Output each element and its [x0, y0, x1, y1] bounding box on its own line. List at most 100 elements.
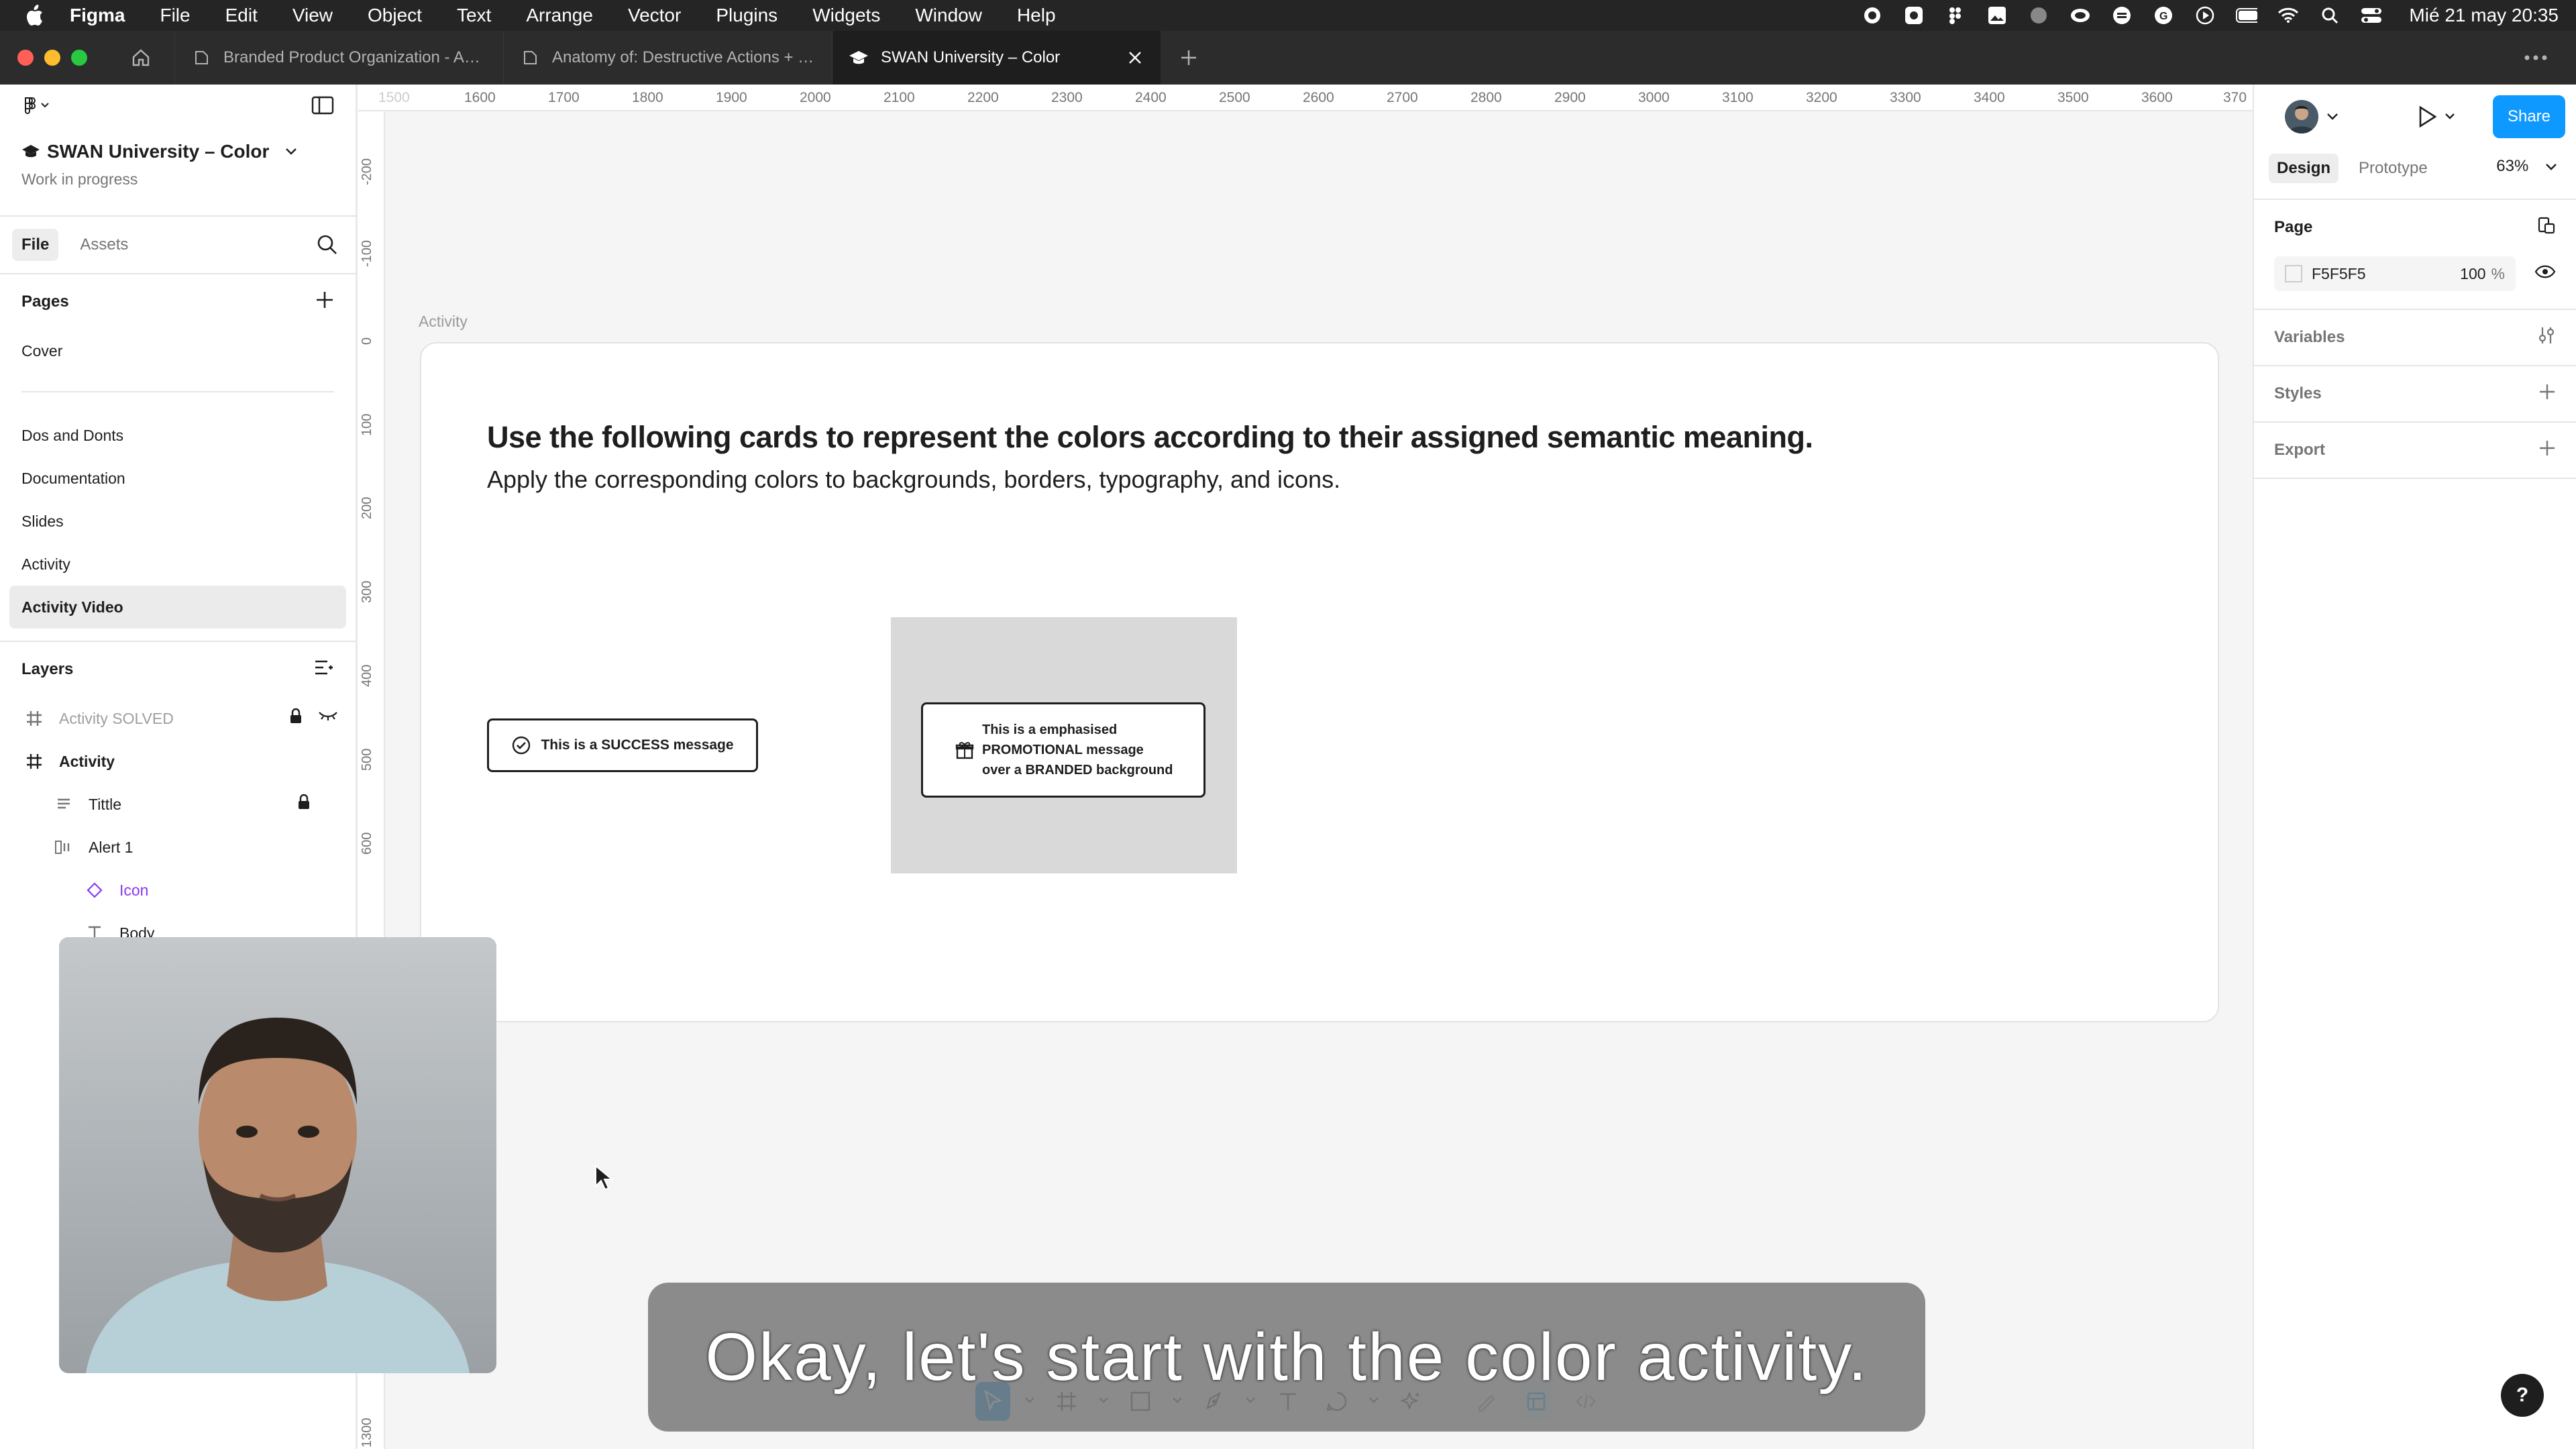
variables-header[interactable]: Variables — [2274, 310, 2556, 365]
play-circle-icon[interactable] — [2194, 6, 2216, 25]
zoom-window-button[interactable] — [71, 50, 87, 66]
file-assets-tabs: File Assets — [0, 215, 356, 274]
share-button[interactable]: Share — [2493, 95, 2565, 138]
menu-file[interactable]: File — [142, 0, 207, 31]
lock-icon[interactable] — [288, 708, 303, 729]
page-item-cover[interactable]: Cover — [0, 329, 356, 372]
status-icons: G Mié 21 may 20:35 — [1862, 0, 2559, 31]
record-icon[interactable] — [1862, 6, 1883, 25]
tab-swan-university[interactable]: SWAN University – Color — [832, 31, 1161, 85]
more-icon[interactable] — [2516, 38, 2556, 78]
tab-prototype[interactable]: Prototype — [2351, 154, 2436, 183]
tab-design[interactable]: Design — [2269, 154, 2339, 183]
eye-icon[interactable] — [2534, 264, 2556, 284]
control-center-icon[interactable] — [2361, 6, 2382, 25]
close-tab-icon[interactable] — [1126, 48, 1144, 67]
menu-text[interactable]: Text — [439, 0, 508, 31]
ruler-tick: 2500 — [1219, 90, 1250, 105]
page-opacity[interactable]: 100 — [2460, 265, 2485, 283]
lock-icon[interactable] — [297, 794, 311, 815]
menu-edit[interactable]: Edit — [208, 0, 275, 31]
menu-help[interactable]: Help — [1000, 0, 1073, 31]
layer-list-options-icon[interactable] — [314, 659, 334, 681]
activity-subheading[interactable]: Apply the corresponding colors to backgr… — [487, 466, 1340, 494]
close-window-button[interactable] — [17, 50, 34, 66]
photo-app-icon[interactable] — [1986, 6, 2008, 25]
add-style-icon[interactable] — [2538, 383, 2556, 405]
layer-icon[interactable]: Icon — [0, 869, 356, 912]
tab-file[interactable]: File — [12, 229, 59, 261]
ruler-tick: 3500 — [2057, 90, 2089, 105]
variables-title: Variables — [2274, 328, 2345, 346]
present-play-icon[interactable] — [2416, 105, 2457, 133]
battery-icon[interactable] — [2236, 6, 2258, 25]
spotlight-search-icon[interactable] — [2319, 6, 2341, 25]
menu-view[interactable]: View — [275, 0, 350, 31]
frame-label[interactable]: Activity — [419, 313, 468, 331]
layer-tittle[interactable]: Tittle — [0, 783, 356, 826]
page-item-documentation[interactable]: Documentation — [0, 457, 356, 500]
ruler-tick: 2900 — [1554, 90, 1586, 105]
search-icon[interactable] — [317, 234, 338, 260]
export-header[interactable]: Export — [2274, 423, 2556, 478]
layer-activity[interactable]: Activity — [0, 740, 356, 783]
menu-object[interactable]: Object — [350, 0, 439, 31]
grammarly-icon[interactable]: G — [2153, 6, 2174, 25]
chevron-down-icon[interactable] — [2326, 113, 2339, 121]
menu-widgets[interactable]: Widgets — [795, 0, 898, 31]
apple-icon[interactable] — [16, 0, 52, 31]
webcam-video — [59, 937, 496, 1373]
page-color-field[interactable]: F5F5F5 100 % — [2274, 256, 2516, 291]
page-item-slides[interactable]: Slides — [0, 500, 356, 543]
menu-plugins[interactable]: Plugins — [698, 0, 795, 31]
file-status[interactable]: Work in progress — [0, 170, 356, 189]
menu-vector[interactable]: Vector — [610, 0, 698, 31]
tab-anatomy[interactable]: Anatomy of: Destructive Actions + Bu — [503, 31, 832, 85]
page-section: Page F5F5F5 100 % — [2254, 200, 2576, 310]
gear-app-icon[interactable] — [1903, 6, 1925, 25]
ruler-tick: 500 — [360, 748, 374, 771]
main-menu-button[interactable] — [21, 95, 51, 120]
graduation-cap-icon — [22, 145, 40, 158]
wifi-icon[interactable] — [2277, 6, 2299, 25]
help-button[interactable]: ? — [2501, 1374, 2544, 1417]
page-export-icon[interactable] — [2537, 216, 2556, 239]
activity-heading[interactable]: Use the following cards to represent the… — [487, 420, 1813, 455]
menu-figma[interactable]: Figma — [52, 0, 142, 31]
new-tab-button[interactable] — [1169, 38, 1209, 78]
tab-assets[interactable]: Assets — [70, 229, 138, 261]
layer-activity-solved[interactable]: Activity SOLVED — [0, 697, 356, 740]
styles-header[interactable]: Styles — [2274, 366, 2556, 421]
window-controls — [17, 50, 87, 66]
figma-status-icon[interactable] — [1945, 6, 1966, 25]
add-export-icon[interactable] — [2538, 439, 2556, 462]
clock[interactable]: Mié 21 may 20:35 — [2409, 5, 2559, 26]
minimize-window-button[interactable] — [44, 50, 60, 66]
page-item-activity-video[interactable]: Activity Video — [9, 586, 346, 629]
color-swatch[interactable] — [2285, 265, 2302, 282]
add-page-icon[interactable] — [315, 290, 334, 314]
zoom-dropdown[interactable]: 63% — [2496, 157, 2557, 176]
avatar[interactable] — [2285, 100, 2318, 133]
sidebar-toggle-icon[interactable] — [311, 96, 334, 119]
ruler-tick: 600 — [360, 832, 374, 855]
creative-cloud-icon[interactable] — [2070, 6, 2091, 25]
page-item-dos-and-donts[interactable]: Dos and Donts — [0, 414, 356, 457]
tab-branded-product[interactable]: Branded Product Organization - Admi — [174, 31, 503, 85]
globe-icon[interactable] — [2028, 6, 2049, 25]
promo-alert-card[interactable]: This is a emphasised PROMOTIONAL message… — [921, 702, 1205, 798]
page-item-activity[interactable]: Activity — [0, 543, 356, 586]
ruler-tick: 2200 — [967, 90, 999, 105]
success-alert-card[interactable]: This is a SUCCESS message — [487, 718, 758, 772]
menu-arrange[interactable]: Arrange — [508, 0, 610, 31]
menu-window[interactable]: Window — [898, 0, 1000, 31]
variables-settings-icon[interactable] — [2537, 326, 2556, 350]
home-icon[interactable] — [121, 38, 161, 78]
ruler-tick: 2600 — [1303, 90, 1334, 105]
hidden-eye-icon[interactable] — [318, 708, 338, 729]
drive-icon[interactable] — [2111, 6, 2133, 25]
file-name[interactable]: SWAN University – Color — [0, 141, 356, 162]
promo-line: This is a emphasised — [982, 722, 1118, 737]
layer-alert-1[interactable]: Alert 1 — [0, 826, 356, 869]
page-color-hex[interactable]: F5F5F5 — [2312, 265, 2366, 283]
